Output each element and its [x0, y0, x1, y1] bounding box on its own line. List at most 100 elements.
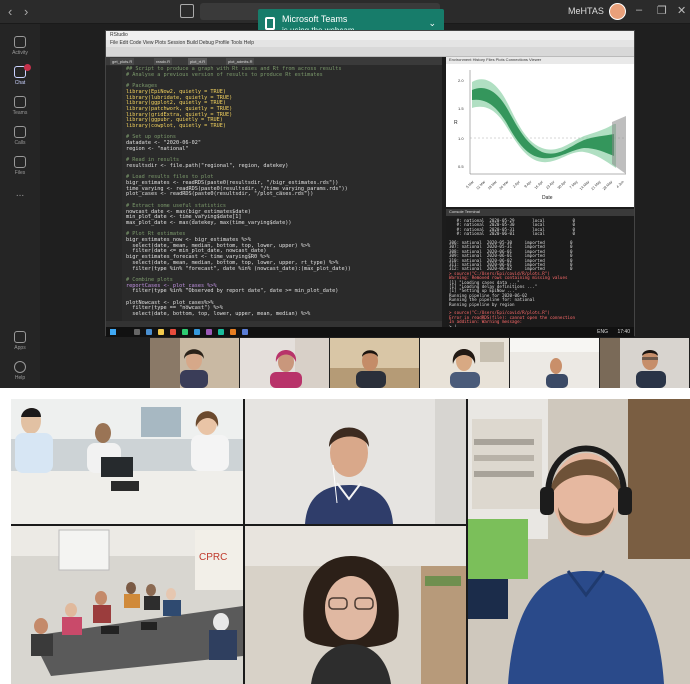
app-icon[interactable] — [230, 329, 236, 335]
taskbar-language: ENG — [597, 329, 608, 335]
y-tick: 1.0 — [458, 136, 464, 141]
folder-icon[interactable] — [158, 329, 164, 335]
teams-group-icon — [14, 96, 26, 108]
maximize-icon[interactable]: ❐ — [657, 4, 667, 17]
participant-video[interactable] — [245, 526, 466, 684]
code-area: ## Script to produce a graph with Rt cas… — [106, 66, 442, 321]
code-line[interactable]: filter(type %in% "forecast", date %in% (… — [126, 266, 351, 273]
org-switcher[interactable]: MeHTAS — [568, 6, 604, 16]
participant-filmstrip — [150, 338, 690, 388]
x-tick: 30 Apr — [557, 179, 568, 190]
rail-item-teams[interactable]: Teams — [0, 94, 40, 122]
rstudio-toolbar — [106, 47, 634, 57]
x-tick: 26 Mar — [499, 179, 510, 190]
app-icon[interactable] — [170, 329, 176, 335]
shared-screen: RStudio File Edit Code View Plots Sessio… — [105, 30, 635, 337]
editor-tab: plot_rt.R — [188, 58, 208, 65]
code-line[interactable]: library(cowplot, quietly = TRUE) — [126, 123, 226, 130]
taskview-icon[interactable] — [146, 329, 152, 335]
code-line[interactable]: select(date, bottom, top, lower, upper, … — [126, 311, 310, 318]
back-icon[interactable]: ‹ — [8, 4, 12, 19]
plot-pane: Environment History Files Plots Connecti… — [446, 57, 634, 207]
participant-video[interactable]: CPRC — [11, 526, 243, 684]
plot-pane-tabs: Environment History Files Plots Connecti… — [446, 57, 634, 64]
app-icon[interactable] — [182, 329, 188, 335]
svg-text:CPRC: CPRC — [199, 552, 227, 563]
chevron-down-icon[interactable]: ⌄ — [428, 18, 436, 29]
rt-ribbon-inner — [472, 88, 614, 159]
participant-video[interactable] — [240, 338, 329, 388]
plot-y-label: R — [454, 120, 458, 126]
x-tick: 4 Jun — [616, 180, 625, 189]
x-tick: 14 May — [579, 180, 590, 191]
rt-plot: R 2.0 1.5 1.0 0.5 5 Mar 12 Mar 19 Mar 26 Ma… — [454, 70, 626, 191]
file-icon — [14, 156, 26, 168]
x-tick: 28 May — [602, 180, 613, 191]
app-icon[interactable] — [242, 329, 248, 335]
x-tick: 7 May — [569, 180, 579, 190]
notification-title: Microsoft Teams — [282, 14, 348, 24]
participant-video[interactable] — [150, 338, 239, 388]
code-line[interactable]: region <- "national" — [126, 146, 188, 153]
rail-item-calls[interactable]: Calls — [0, 124, 40, 152]
code-line[interactable]: filter(type %in% "Observed by report dat… — [126, 288, 338, 295]
participant-video[interactable] — [468, 399, 690, 684]
rail-item-more[interactable]: ... — [0, 184, 40, 212]
rstudio-titlebar: RStudio — [106, 31, 634, 40]
rail-item-help[interactable]: Help — [0, 359, 40, 387]
rstudio-title: RStudio — [110, 32, 128, 38]
phone-icon — [14, 126, 26, 138]
windows-taskbar: ENG 17:40 — [106, 327, 634, 337]
windows-start-icon[interactable] — [110, 329, 116, 335]
rstudio-menubar: File Edit Code View Plots Session Build … — [106, 40, 634, 47]
x-tick: 2 Apr — [512, 179, 521, 188]
plot-pane-tab-labels: Environment History Files Plots Connecti… — [449, 57, 542, 62]
user-avatar[interactable] — [609, 3, 626, 20]
close-icon[interactable]: ✕ — [677, 4, 686, 17]
line-gutter — [106, 66, 122, 321]
console-tab-labels: Console Terminal — [449, 209, 480, 214]
notification-badge — [24, 64, 31, 71]
app-icon[interactable] — [218, 329, 224, 335]
rail-item-files[interactable]: Files — [0, 154, 40, 182]
participant-video[interactable] — [245, 399, 466, 524]
app-icon[interactable] — [206, 329, 212, 335]
console-line: #: national 2020-06-01 local 0 — [449, 231, 576, 237]
app-icon[interactable] — [194, 329, 200, 335]
rail-item-activity[interactable]: Activity — [0, 34, 40, 62]
teams-window: ‹ › MeHTAS – ❐ ✕ Microsoft Teams is usin… — [0, 0, 690, 388]
participant-video[interactable] — [420, 338, 509, 388]
forward-icon[interactable]: › — [24, 4, 28, 19]
x-tick: 21 May — [590, 180, 601, 191]
code-line[interactable]: plot_cases <- readRDS(paste0(resultsdir,… — [126, 191, 313, 198]
y-tick: 0.5 — [458, 164, 464, 169]
rail-item-chat[interactable]: Chat — [0, 64, 40, 92]
plot-x-label: Date — [542, 195, 553, 201]
help-icon — [14, 361, 26, 373]
code-line[interactable]: resultsdir <- file.path("regional", regi… — [126, 163, 288, 170]
x-tick: 5 Mar — [465, 179, 475, 189]
x-axis-ticks: 5 Mar 12 Mar 19 Mar 26 Mar 2 Apr 9 Apr 16 Apr 2… — [465, 179, 624, 191]
minimize-icon[interactable]: – — [636, 4, 642, 16]
console-tabs: Console Terminal — [446, 209, 634, 216]
r-console[interactable]: Console Terminal #: national 2020-05-29 … — [446, 209, 634, 329]
compose-icon[interactable] — [180, 4, 194, 18]
rail-item-apps[interactable]: Apps — [0, 329, 40, 357]
code-line[interactable]: max_plot_date <- max(datekey, max(time_v… — [126, 220, 292, 227]
console-line: Running pipeline by region — [449, 301, 515, 307]
x-tick: 9 Apr — [524, 179, 533, 188]
apps-icon — [14, 331, 26, 343]
participant-video[interactable] — [11, 399, 243, 524]
participant-video[interactable] — [510, 338, 599, 388]
code-editor: get_plots.R readx.R plot_rt.R plot_admit… — [106, 57, 442, 329]
editor-tab: get_plots.R — [110, 58, 135, 65]
app-rail: Activity Chat Teams Calls Files ... Apps — [0, 24, 40, 388]
y-tick: 2.0 — [458, 78, 464, 83]
search-icon[interactable] — [134, 329, 140, 335]
code-line[interactable]: # Analyse a previous version of results … — [126, 72, 323, 79]
video-gallery: CPRC — [11, 399, 690, 684]
participant-video[interactable] — [330, 338, 419, 388]
x-tick: 16 Apr — [534, 179, 545, 190]
x-tick: 23 Apr — [545, 179, 556, 190]
participant-video[interactable] — [600, 338, 689, 388]
